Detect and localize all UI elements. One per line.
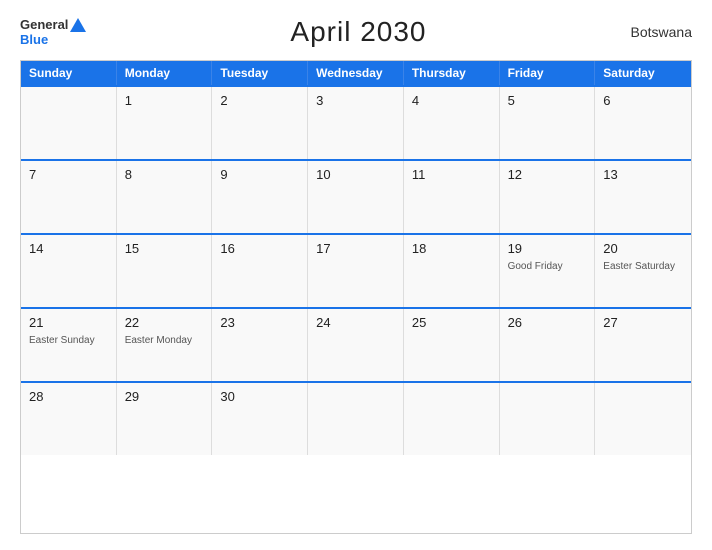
calendar-week-1: 123456 — [21, 85, 691, 159]
day-number: 19 — [508, 240, 587, 258]
cal-cell: 12 — [500, 161, 596, 233]
day-number: 22 — [125, 314, 204, 332]
cal-cell: 27 — [595, 309, 691, 381]
cal-cell: 18 — [404, 235, 500, 307]
calendar-week-2: 789 10 11 12 13 — [21, 159, 691, 233]
cal-cell: 10 — [308, 161, 404, 233]
day-number: 8 — [125, 166, 204, 184]
cal-cell: 7 — [21, 161, 117, 233]
calendar: SundayMondayTuesdayWednesdayThursdayFrid… — [20, 60, 692, 534]
cal-cell: 16 — [212, 235, 308, 307]
day-number: 15 — [125, 240, 204, 258]
cal-cell: 6 — [595, 87, 691, 159]
day-number: 1 — [125, 92, 204, 110]
cal-header-friday: Friday — [500, 61, 596, 85]
cal-cell: 29 — [117, 383, 213, 455]
cal-cell: 22 Easter Monday — [117, 309, 213, 381]
day-number: 9 — [220, 166, 299, 184]
cal-cell: 13 — [595, 161, 691, 233]
day-number: 7 — [29, 166, 108, 184]
cal-cell: 4 — [404, 87, 500, 159]
calendar-week-5: 28 29 30 — [21, 381, 691, 455]
calendar-header-row: SundayMondayTuesdayWednesdayThursdayFrid… — [21, 61, 691, 85]
day-number: 11 — [412, 166, 491, 184]
holiday-label: Easter Saturday — [603, 260, 683, 273]
cal-cell: 21 Easter Sunday — [21, 309, 117, 381]
day-number: 28 — [29, 388, 108, 406]
cal-cell: 17 — [308, 235, 404, 307]
logo-triangle-icon — [70, 18, 86, 32]
cal-cell: 9 — [212, 161, 308, 233]
day-number: 2 — [220, 92, 299, 110]
day-number: 4 — [412, 92, 491, 110]
cal-cell: 1 — [117, 87, 213, 159]
cal-cell: 24 — [308, 309, 404, 381]
cal-cell: 23 — [212, 309, 308, 381]
cal-cell: 5 — [500, 87, 596, 159]
logo-blue-text: Blue — [20, 32, 48, 47]
calendar-title: April 2030 — [290, 16, 426, 48]
day-number: 13 — [603, 166, 683, 184]
cal-cell: 8 — [117, 161, 213, 233]
day-number: 17 — [316, 240, 395, 258]
day-number: 20 — [603, 240, 683, 258]
day-number: 21 — [29, 314, 108, 332]
day-number: 18 — [412, 240, 491, 258]
holiday-label: Easter Sunday — [29, 334, 108, 347]
cal-header-monday: Monday — [117, 61, 213, 85]
cal-header-thursday: Thursday — [404, 61, 500, 85]
cal-cell: 14 — [21, 235, 117, 307]
cal-header-wednesday: Wednesday — [308, 61, 404, 85]
calendar-body: 12345678910111213141516171819Good Friday… — [21, 85, 691, 455]
cal-cell: 3 — [308, 87, 404, 159]
day-number: 3 — [316, 92, 395, 110]
holiday-label: Easter Monday — [125, 334, 204, 347]
day-number: 26 — [508, 314, 587, 332]
day-number: 30 — [220, 388, 299, 406]
day-number: 27 — [603, 314, 683, 332]
cal-cell: 30 — [212, 383, 308, 455]
day-number: 29 — [125, 388, 204, 406]
country-label: Botswana — [631, 24, 692, 40]
day-number: 6 — [603, 92, 683, 110]
cal-cell — [500, 383, 596, 455]
cal-cell: 15 — [117, 235, 213, 307]
cal-cell: 11 — [404, 161, 500, 233]
logo-general-text: General — [20, 17, 68, 32]
day-number: 16 — [220, 240, 299, 258]
cal-cell — [404, 383, 500, 455]
cal-header-saturday: Saturday — [595, 61, 691, 85]
holiday-label: Good Friday — [508, 260, 587, 273]
cal-cell — [595, 383, 691, 455]
day-number: 14 — [29, 240, 108, 258]
day-number: 12 — [508, 166, 587, 184]
cal-cell: 26 — [500, 309, 596, 381]
cal-cell — [21, 87, 117, 159]
page: General Blue April 2030 Botswana SundayM… — [0, 0, 712, 550]
calendar-week-4: 21 Easter Sunday 22 Easter Monday 23 24 25 26 27 — [21, 307, 691, 381]
calendar-week-3: 14 15 16 17 18 19 Good Friday 20 Easter Saturday — [21, 233, 691, 307]
cal-cell: 2 — [212, 87, 308, 159]
header: General Blue April 2030 Botswana — [20, 16, 692, 48]
day-number: 10 — [316, 166, 395, 184]
cal-cell: 19 Good Friday — [500, 235, 596, 307]
cal-cell: 20 Easter Saturday — [595, 235, 691, 307]
day-number: 25 — [412, 314, 491, 332]
cal-cell — [308, 383, 404, 455]
day-number: 24 — [316, 314, 395, 332]
cal-cell: 28 — [21, 383, 117, 455]
cal-header-sunday: Sunday — [21, 61, 117, 85]
day-number: 5 — [508, 92, 587, 110]
cal-header-tuesday: Tuesday — [212, 61, 308, 85]
cal-cell: 25 — [404, 309, 500, 381]
logo: General Blue — [20, 17, 86, 47]
day-number: 23 — [220, 314, 299, 332]
